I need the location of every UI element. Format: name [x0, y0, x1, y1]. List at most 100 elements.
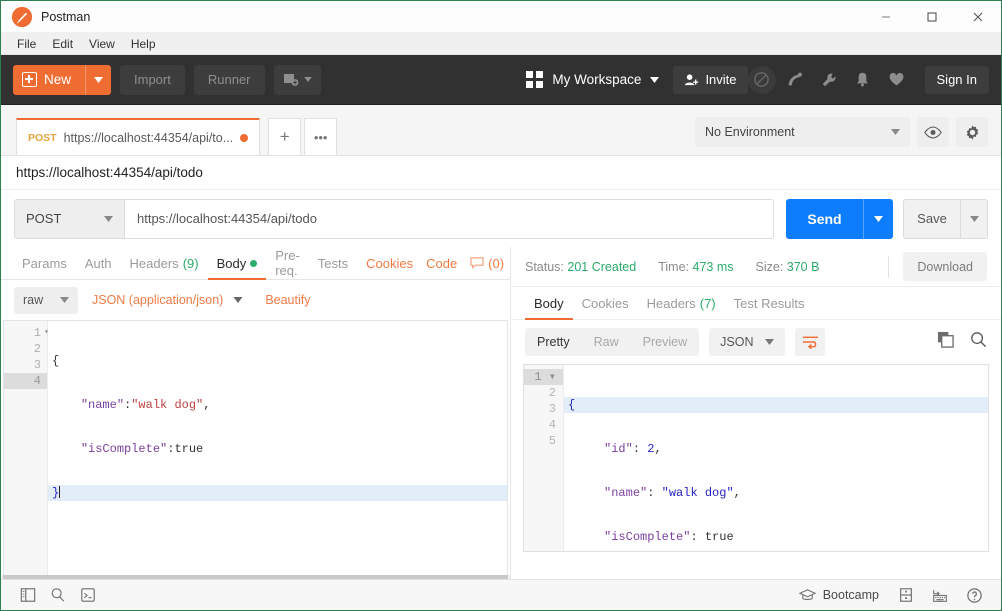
time-group: Time: 473 ms — [658, 260, 733, 274]
save-button[interactable]: Save — [903, 199, 960, 239]
text-cursor — [59, 486, 60, 498]
invite-button[interactable]: Invite — [673, 66, 747, 94]
heart-glyph — [888, 71, 905, 88]
close-button[interactable] — [955, 1, 1001, 32]
gutter-line: 2 — [524, 385, 563, 401]
sync-disabled-icon[interactable] — [748, 66, 776, 94]
tab-options-button[interactable]: ••• — [304, 118, 337, 155]
new-button[interactable]: New — [13, 65, 85, 95]
response-tab-test-results[interactable]: Test Results — [725, 287, 814, 320]
status-value: 201 Created — [567, 260, 636, 274]
response-view-controls: Pretty Raw Preview JSON — [511, 320, 1001, 364]
find-button[interactable] — [43, 583, 73, 607]
sidebar-toggle-icon — [20, 587, 36, 603]
console-button[interactable] — [73, 583, 103, 607]
request-bar: POST https://localhost:44354/api/todo Se… — [1, 190, 1001, 247]
maximize-button[interactable] — [909, 1, 955, 32]
cookies-link[interactable]: Cookies — [357, 247, 422, 280]
url-input[interactable]: https://localhost:44354/api/todo — [124, 199, 774, 239]
fold-toggle-icon[interactable]: ▾ — [44, 325, 49, 341]
sidebar-toggle-button[interactable] — [13, 583, 43, 607]
heart-icon[interactable] — [882, 65, 912, 95]
search-button[interactable] — [970, 331, 987, 353]
view-mode-raw[interactable]: Raw — [582, 328, 631, 356]
request-editor-hscrollbar-track[interactable] — [1, 575, 510, 579]
window-title: Postman — [41, 10, 90, 24]
new-tab-button[interactable]: + — [268, 118, 301, 155]
environment-quick-look-button[interactable] — [917, 117, 949, 147]
tab-headers[interactable]: Headers (9) — [121, 247, 208, 280]
response-tab-cookies[interactable]: Cookies — [573, 287, 638, 320]
minimize-button[interactable] — [863, 1, 909, 32]
code-link[interactable]: Code — [422, 247, 466, 280]
new-button-group: New — [13, 65, 111, 95]
response-tab-body[interactable]: Body — [525, 287, 573, 320]
tab-params[interactable]: Params — [13, 247, 76, 280]
sign-in-button[interactable]: Sign In — [925, 66, 989, 94]
menu-help[interactable]: Help — [123, 35, 164, 53]
size-group: Size: 370 B — [756, 260, 820, 274]
beautify-button[interactable]: Beautify — [265, 293, 310, 307]
copy-button[interactable] — [937, 331, 954, 353]
response-tab-headers[interactable]: Headers (7) — [638, 287, 725, 320]
view-mode-preview[interactable]: Preview — [631, 328, 699, 356]
new-dropdown-button[interactable] — [85, 65, 111, 95]
body-format-selector[interactable]: JSON (application/json) — [92, 293, 243, 307]
bell-icon[interactable] — [848, 65, 878, 95]
layout-toggle-button[interactable] — [891, 583, 921, 607]
new-collection-button[interactable] — [274, 65, 321, 95]
workspace-chevron-down-icon[interactable] — [650, 77, 659, 83]
time-value: 473 ms — [693, 260, 734, 274]
help-button[interactable] — [959, 583, 989, 607]
workspace-grid-icon — [526, 71, 543, 88]
code-line: } — [48, 485, 507, 501]
view-mode-pretty[interactable]: Pretty — [525, 328, 582, 356]
keyboard-shortcuts-button[interactable] — [925, 583, 955, 607]
tab-prerequest[interactable]: Pre-req. — [266, 247, 309, 280]
send-options-button[interactable] — [863, 199, 893, 239]
comments-button[interactable]: (0) — [466, 247, 513, 280]
postman-window: Postman File Edit View Help — [0, 0, 1002, 611]
request-code[interactable]: { "name":"walk dog", "isComplete":true } — [48, 321, 507, 575]
response-tab-headers-label: Headers — [647, 296, 696, 311]
code-line: "id": 2, — [564, 441, 988, 457]
tab-tests[interactable]: Tests — [309, 247, 357, 280]
request-body-editor[interactable]: 1 ▾ 2 3 4 { "name":"walk dog", "isComple… — [3, 320, 508, 575]
maximize-icon — [926, 11, 938, 23]
download-button[interactable]: Download — [903, 252, 987, 281]
wrench-glyph — [820, 71, 838, 89]
menu-file[interactable]: File — [9, 35, 44, 53]
workspace-name[interactable]: My Workspace — [552, 72, 641, 87]
gutter-line: 4 — [524, 417, 563, 433]
environment-selector[interactable]: No Environment — [695, 117, 910, 147]
body-mode-selector[interactable]: raw — [14, 287, 78, 314]
chevron-down-icon — [60, 297, 69, 303]
menu-view[interactable]: View — [81, 35, 123, 53]
bootcamp-button[interactable]: Bootcamp — [791, 588, 887, 602]
satellite-icon[interactable] — [780, 65, 810, 95]
bootcamp-label: Bootcamp — [823, 588, 879, 602]
bell-glyph — [854, 71, 871, 88]
tab-auth[interactable]: Auth — [76, 247, 121, 280]
fold-toggle-icon[interactable]: ▾ — [549, 370, 556, 384]
environment-settings-button[interactable] — [956, 117, 988, 147]
code-line: "isComplete":true — [48, 441, 507, 457]
send-button-group: Send — [786, 199, 893, 239]
save-button-group: Save — [903, 199, 988, 239]
code-line: "name": "walk dog", — [564, 485, 988, 501]
response-body-viewer[interactable]: 1 ▾ 2 3 4 5 { "id": 2, "name": "walk dog… — [523, 364, 989, 552]
response-format-selector[interactable]: JSON — [709, 328, 785, 356]
wrench-icon[interactable] — [814, 65, 844, 95]
runner-button[interactable]: Runner — [194, 65, 265, 95]
method-selector[interactable]: POST — [14, 199, 124, 239]
chevron-down-icon — [94, 77, 103, 83]
comment-icon — [470, 257, 484, 269]
request-editor-hscrollbar-thumb[interactable] — [3, 575, 508, 579]
save-options-button[interactable] — [960, 199, 988, 239]
send-button[interactable]: Send — [786, 199, 863, 239]
request-tab[interactable]: POST https://localhost:44354/api/to... — [16, 118, 260, 155]
menu-edit[interactable]: Edit — [44, 35, 81, 53]
tab-body[interactable]: Body — [208, 247, 267, 280]
import-button[interactable]: Import — [120, 65, 185, 95]
wrap-lines-button[interactable] — [795, 328, 825, 356]
